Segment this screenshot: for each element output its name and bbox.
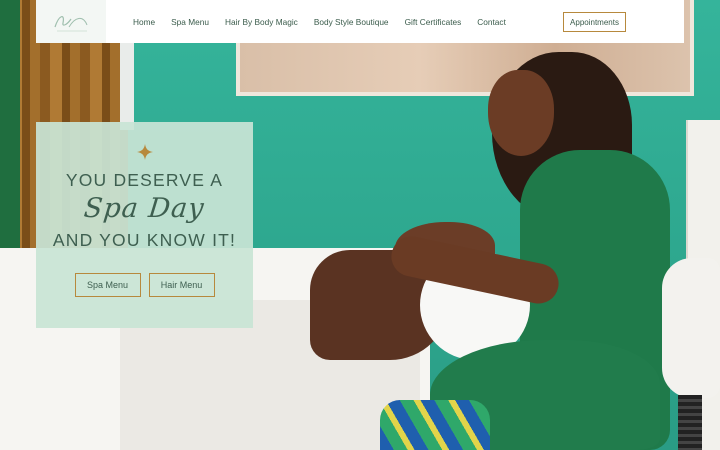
hero-card: YOU DESERVE A Spa Day AND YOU KNOW IT! S… [36, 122, 253, 328]
spa-menu-button[interactable]: Spa Menu [74, 273, 141, 297]
nav-hair-by-body-magic[interactable]: Hair By Body Magic [225, 17, 298, 27]
hero-buttons: Spa Menu Hair Menu [74, 273, 215, 297]
hero-headline-bottom: AND YOU KNOW IT! [52, 230, 237, 250]
hero-headline-top: YOU DESERVE A [65, 170, 224, 190]
curtain-edge [0, 0, 20, 260]
therapist-head [488, 70, 554, 156]
logo-graphic [54, 15, 88, 31]
nav-gift-certificates[interactable]: Gift Certificates [405, 17, 462, 27]
site-header: Home Spa Menu Hair By Body Magic Body St… [36, 0, 684, 43]
sparkle-icon [136, 144, 153, 160]
hair-menu-button[interactable]: Hair Menu [148, 273, 215, 297]
nav-contact[interactable]: Contact [477, 17, 506, 27]
stool-base [678, 395, 702, 450]
appointments-button[interactable]: Appointments [563, 12, 626, 32]
nav-body-style-boutique[interactable]: Body Style Boutique [314, 17, 389, 27]
main-nav: Home Spa Menu Hair By Body Magic Body St… [133, 17, 522, 27]
nav-spa-menu[interactable]: Spa Menu [171, 17, 209, 27]
client-pants [380, 400, 490, 450]
hero-script-text: Spa Day [82, 193, 207, 224]
logo-icon[interactable] [36, 0, 106, 43]
nav-home[interactable]: Home [133, 17, 155, 27]
chair [662, 258, 720, 398]
